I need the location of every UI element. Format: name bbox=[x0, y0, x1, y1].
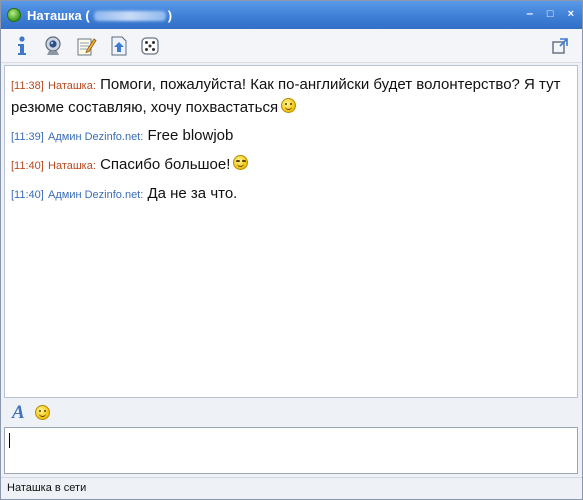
message-time: [11:39] bbox=[11, 131, 44, 143]
message-text: Free blowjob bbox=[147, 127, 234, 144]
webcam-icon[interactable] bbox=[40, 33, 66, 59]
status-bar: Наташка в сети bbox=[1, 477, 582, 499]
message-time: [11:40] bbox=[11, 160, 44, 172]
message: [11:39] Админ Dezinfo.net: Free blowjob bbox=[11, 125, 571, 148]
font-style-button[interactable]: A bbox=[12, 402, 25, 423]
smiley-icon[interactable] bbox=[34, 405, 50, 420]
status-online-icon bbox=[7, 8, 21, 22]
send-file-icon[interactable] bbox=[106, 33, 132, 59]
message: [11:40] Наташка: Спасибо большое! bbox=[11, 154, 571, 177]
smiley-emoji-icon bbox=[281, 98, 297, 113]
detach-window-icon[interactable] bbox=[547, 33, 573, 59]
message-sender: Наташка: bbox=[48, 160, 96, 172]
message-time: [11:38] bbox=[11, 80, 44, 92]
message-text: Спасибо большое! bbox=[100, 156, 231, 173]
notes-icon[interactable] bbox=[73, 33, 99, 59]
status-text: Наташка в сети bbox=[7, 482, 87, 494]
info-icon[interactable] bbox=[9, 33, 35, 59]
wink-emoji-icon bbox=[233, 155, 249, 170]
message: [11:40] Админ Dezinfo.net: Да не за что. bbox=[11, 183, 571, 206]
minimize-button[interactable]: ‒ bbox=[527, 7, 533, 21]
chat-window: Наташка () ‒ □ × [11:38] Наташка: Помоги… bbox=[0, 0, 583, 500]
text-caret bbox=[9, 433, 10, 448]
message-history[interactable]: [11:38] Наташка: Помоги, пожалуйста! Как… bbox=[4, 65, 578, 398]
format-bar: A bbox=[1, 399, 582, 426]
message-sender: Админ Dezinfo.net: bbox=[48, 189, 144, 201]
toolbar bbox=[1, 29, 582, 63]
message-sender: Админ Dezinfo.net: bbox=[48, 131, 144, 143]
message-time: [11:40] bbox=[11, 189, 44, 201]
message: [11:38] Наташка: Помоги, пожалуйста! Как… bbox=[11, 74, 571, 119]
dice-icon[interactable] bbox=[137, 33, 163, 59]
message-sender: Наташка: bbox=[48, 80, 96, 92]
maximize-button[interactable]: □ bbox=[547, 7, 554, 21]
redacted-text bbox=[93, 11, 166, 22]
message-text: Да не за что. bbox=[147, 185, 238, 202]
message-input[interactable] bbox=[4, 427, 578, 474]
window-title: Наташка () bbox=[27, 7, 173, 23]
close-button[interactable]: × bbox=[568, 7, 574, 21]
title-bar[interactable]: Наташка () ‒ □ × bbox=[1, 1, 582, 29]
